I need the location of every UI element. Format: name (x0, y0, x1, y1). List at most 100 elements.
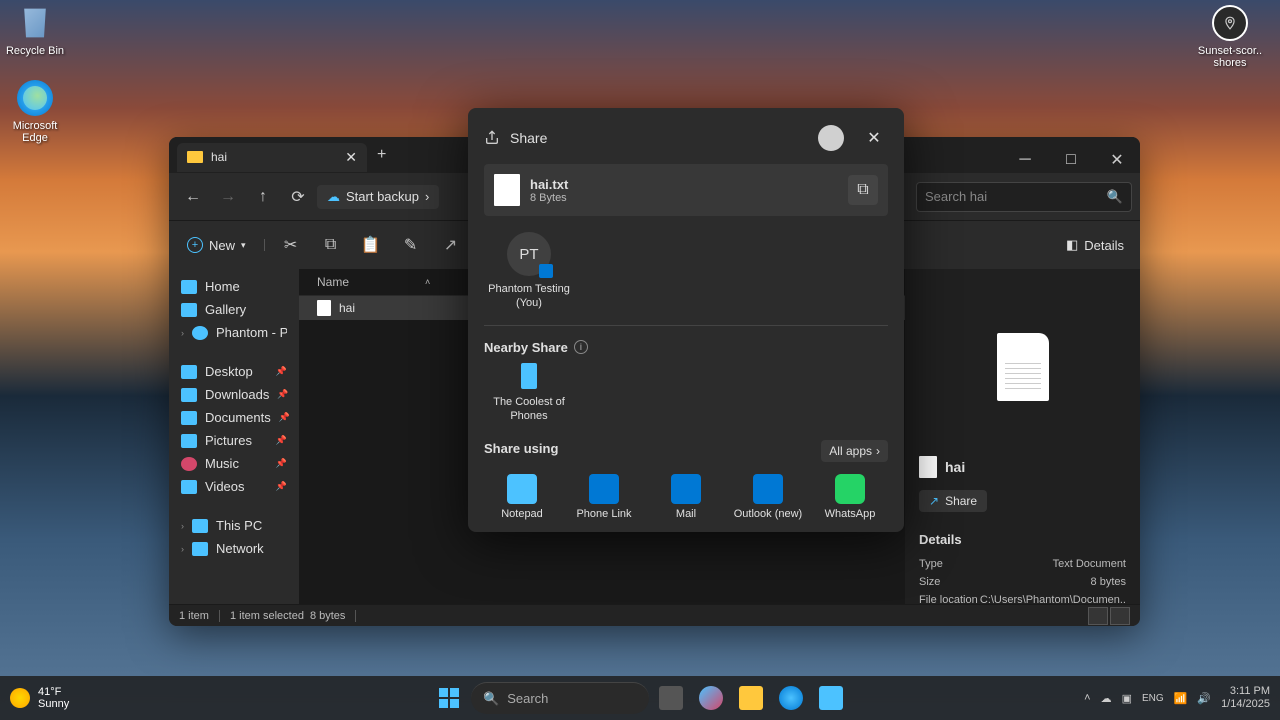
desktop-recycle-bin[interactable]: Recycle Bin (0, 5, 70, 57)
taskbar-search[interactable]: 🔍 Search (471, 682, 649, 714)
home-icon (181, 280, 197, 294)
wifi-icon[interactable]: 📶 (1174, 692, 1188, 705)
cut-button[interactable]: ✂ (273, 229, 309, 261)
tab-close-button[interactable]: ✕ (345, 149, 357, 166)
share-app-notepad[interactable]: Notepad (484, 474, 560, 520)
account-avatar[interactable] (818, 125, 844, 151)
maximize-button[interactable]: □ (1048, 145, 1094, 175)
close-button[interactable]: ✕ (1094, 145, 1140, 175)
chevron-right-icon: › (181, 544, 184, 554)
location-icon (1212, 5, 1248, 41)
sidebar-item-network[interactable]: ›Network (173, 537, 295, 560)
minimize-button[interactable]: ─ (1002, 145, 1048, 175)
chevron-right-icon: › (181, 328, 184, 338)
share-button[interactable]: ↗ Share (919, 490, 987, 512)
share-app-mail[interactable]: Mail (648, 474, 724, 520)
app-label: Notepad (501, 508, 543, 520)
sidebar-item-label: Pictures (205, 433, 252, 448)
sidebar-item-home[interactable]: Home (173, 275, 295, 298)
info-icon[interactable]: i (574, 340, 588, 354)
sidebar-item-music[interactable]: Music📌 (173, 452, 295, 475)
copy-button[interactable]: ⧉ (848, 175, 878, 205)
store-button[interactable] (813, 680, 849, 716)
up-button[interactable]: ↑ (247, 181, 279, 213)
all-apps-button[interactable]: All apps › (821, 440, 888, 462)
sidebar-item-label: Downloads (205, 387, 269, 402)
share-label: Share (945, 494, 977, 508)
copilot-button[interactable] (693, 680, 729, 716)
refresh-button[interactable]: ⟳ (282, 181, 314, 213)
notepad-icon (507, 474, 537, 504)
sidebar-item-label: Phantom - Personal (216, 325, 287, 340)
app-label: Outlook (new) (734, 508, 802, 520)
panel-icon: ◧ (1066, 237, 1078, 253)
temperature: 41°F (38, 686, 69, 698)
explorer-button[interactable] (733, 680, 769, 716)
sidebar-item-videos[interactable]: Videos📌 (173, 475, 295, 498)
sidebar-item-gallery[interactable]: Gallery (173, 298, 295, 321)
pictures-icon (181, 434, 197, 448)
pin-icon: 📌 (277, 389, 288, 400)
new-button[interactable]: + New ▾ (177, 233, 256, 257)
task-view-button[interactable] (653, 680, 689, 716)
share-dialog-title: Share (510, 130, 808, 146)
share-app-phonelink[interactable]: Phone Link (566, 474, 642, 520)
sidebar-item-desktop[interactable]: Desktop📌 (173, 360, 295, 383)
sidebar-item-phantom[interactable]: › Phantom - Personal (173, 321, 295, 344)
weather-widget[interactable]: 41°F Sunny (10, 686, 69, 710)
text-file-icon (494, 174, 520, 206)
nearby-device[interactable]: The Coolest of Phones (484, 363, 574, 424)
sidebar-item-label: This PC (216, 518, 262, 533)
back-button[interactable]: ← (177, 181, 209, 213)
clock[interactable]: 3:11 PM 1/14/2025 (1221, 685, 1270, 711)
share-app-outlook[interactable]: Outlook (new) (730, 474, 806, 520)
sidebar-item-thispc[interactable]: ›This PC (173, 514, 295, 537)
share-app-whatsapp[interactable]: WhatsApp (812, 474, 888, 520)
chevron-down-icon: ▾ (241, 240, 246, 251)
onedrive-icon[interactable]: ☁ (1101, 692, 1112, 705)
share-file-size: 8 Bytes (530, 192, 568, 204)
language-button[interactable]: ENG (1142, 693, 1164, 704)
details-toggle[interactable]: ◧ Details (1058, 233, 1132, 257)
all-apps-label: All apps (829, 444, 872, 458)
desktop-edge[interactable]: Microsoft Edge (0, 80, 70, 144)
network-icon (192, 542, 208, 556)
whatsapp-icon (835, 474, 865, 504)
column-label: Name (317, 275, 349, 289)
system-tray: ˄ ☁ ▣ ENG 📶 🔊 3:11 PM 1/14/2025 (1084, 685, 1270, 711)
pin-icon: 📌 (276, 435, 287, 446)
explorer-tab[interactable]: hai ✕ (177, 143, 367, 172)
videos-icon (181, 480, 197, 494)
app-label: Phone Link (576, 508, 631, 520)
text-file-icon (317, 300, 331, 316)
close-button[interactable]: ✕ (860, 124, 888, 152)
paste-button[interactable]: 📋 (353, 229, 389, 261)
new-tab-button[interactable]: + (377, 146, 386, 164)
sidebar-item-label: Music (205, 456, 239, 471)
date: 1/14/2025 (1221, 698, 1270, 711)
edge-button[interactable] (773, 680, 809, 716)
tab-title: hai (211, 150, 227, 164)
sidebar-item-pictures[interactable]: Pictures 📌 (173, 429, 295, 452)
sidebar-item-documents[interactable]: Documents📌 (173, 406, 295, 429)
share-button[interactable]: ↗ (433, 229, 469, 261)
share-contact-self[interactable]: PT Phantom Testing (You) (484, 232, 574, 311)
forward-button[interactable]: → (212, 181, 244, 213)
desktop-sunset[interactable]: Sunset-scor.. shores (1195, 5, 1265, 69)
volume-icon[interactable]: 🔊 (1197, 692, 1211, 705)
view-icons-button[interactable] (1110, 607, 1130, 625)
view-details-button[interactable] (1088, 607, 1108, 625)
start-button[interactable] (431, 680, 467, 716)
document-icon (997, 333, 1049, 401)
start-backup-button[interactable]: ☁ Start backup › (317, 185, 439, 209)
phone-link-icon (589, 474, 619, 504)
navigation-sidebar: Home Gallery › Phantom - Personal Desktop… (169, 269, 299, 604)
music-icon (181, 457, 197, 471)
copy-button[interactable]: ⧉ (313, 229, 349, 261)
tray-overflow-button[interactable]: ˄ (1084, 692, 1090, 704)
share-file-card: hai.txt 8 Bytes ⧉ (484, 164, 888, 216)
tray-app-icon[interactable]: ▣ (1122, 692, 1132, 705)
sidebar-item-downloads[interactable]: Downloads 📌 (173, 383, 295, 406)
search-input[interactable]: Search hai 🔍 (916, 182, 1132, 212)
rename-button[interactable]: ✎ (393, 229, 429, 261)
